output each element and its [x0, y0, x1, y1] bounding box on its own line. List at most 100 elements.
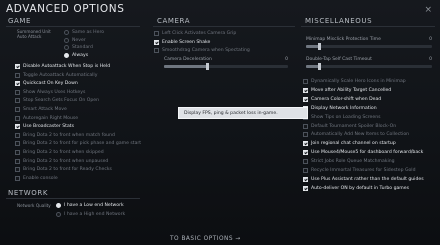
- game-option[interactable]: Show Always Uses Hotkeys: [15, 89, 85, 96]
- misc-option[interactable]: Strict Jobs Role Queue Matchmaking: [303, 158, 395, 165]
- checkbox-checked-icon[interactable]: [154, 39, 159, 45]
- game-option[interactable]: Autoregain Right Mouse: [15, 115, 78, 122]
- misc-option[interactable]: Show Tips on Loading Screens: [303, 114, 381, 121]
- summoned-option[interactable]: Same as Hero: [64, 29, 104, 36]
- checkbox-checked-icon[interactable]: [303, 150, 308, 156]
- game-section-title: GAME: [8, 17, 32, 25]
- double-tap-handle[interactable]: [317, 63, 321, 70]
- option-label: Standard: [72, 45, 93, 51]
- checkbox-icon[interactable]: [303, 132, 308, 138]
- game-option[interactable]: Disable Autoattack When Stop is Held: [15, 63, 110, 70]
- game-divider: [6, 26, 140, 27]
- checkbox-checked-icon[interactable]: [303, 141, 308, 147]
- option-label: Stop Search Gets Focus On Open: [23, 98, 100, 104]
- radio-icon[interactable]: [64, 45, 69, 51]
- summoned-option[interactable]: Standard: [64, 44, 93, 51]
- game-option[interactable]: Stop Search Gets Focus On Open: [15, 97, 99, 104]
- radio-selected-icon[interactable]: [64, 52, 69, 58]
- checkbox-icon[interactable]: [15, 175, 20, 181]
- checkbox-icon[interactable]: [303, 168, 308, 173]
- misc-option[interactable]: Recycle Immortal Treasures for Sidestep …: [303, 167, 416, 174]
- checkbox-icon[interactable]: [15, 115, 20, 121]
- checkbox-icon[interactable]: [15, 167, 20, 173]
- checkbox-icon[interactable]: [154, 48, 159, 53]
- option-label: Same as Hero: [72, 30, 105, 35]
- checkbox-icon[interactable]: [15, 150, 20, 155]
- game-option[interactable]: Use Broadcaster Stats: [15, 123, 74, 130]
- game-option[interactable]: Enable console: [15, 175, 58, 182]
- checkbox-icon[interactable]: [15, 158, 20, 164]
- checkbox-checked-icon[interactable]: [303, 185, 308, 191]
- option-label: Recycle Immortal Treasures for Sidestep …: [311, 168, 416, 173]
- game-option[interactable]: Bring Dota 2 to front when skipped: [15, 149, 104, 156]
- checkbox-icon[interactable]: [303, 79, 308, 84]
- checkbox-checked-icon[interactable]: [15, 124, 20, 130]
- misc-option[interactable]: Join regional chat channel on startup: [303, 140, 396, 147]
- misc-option[interactable]: Display Network Information: [303, 105, 377, 112]
- option-label: Display Network Information: [311, 105, 377, 111]
- checkbox-icon[interactable]: [15, 89, 20, 95]
- option-label: Disable Autoattack When Stop is Held: [23, 64, 111, 69]
- camera-deceleration-value: 0: [285, 57, 288, 62]
- game-option[interactable]: Quickcast On Key Down: [15, 80, 78, 87]
- game-option[interactable]: Bring Dota 2 to front for Ready Checks: [15, 166, 112, 173]
- option-label: Always: [72, 52, 89, 58]
- misc-option[interactable]: Dynamically Scale Hero Icons in Minimap: [303, 78, 406, 85]
- close-icon[interactable]: ×: [424, 5, 432, 15]
- camera-deceleration-label: Camera Deceleration: [164, 57, 212, 62]
- double-tap-slider[interactable]: [306, 63, 432, 70]
- misc-option[interactable]: Default Tournament Spoiler Block-On: [303, 123, 396, 130]
- camera-option[interactable]: Enable Screen Shake: [154, 39, 210, 46]
- misc-option[interactable]: Move after Ability Target Cancelled: [303, 87, 391, 94]
- summoned-option[interactable]: Never: [64, 37, 86, 44]
- misc-option[interactable]: Use Plus Assistant rather than the defau…: [303, 176, 424, 183]
- option-label: Strict Jobs Role Queue Matchmaking: [311, 159, 395, 165]
- double-tap-label: Double-Tap Self Cast Timeout: [306, 57, 372, 62]
- misc-option[interactable]: Use Mouse4/Mouse5 for dashboard forward/…: [303, 149, 423, 156]
- radio-selected-icon[interactable]: [56, 203, 61, 208]
- camera-deceleration-handle[interactable]: [206, 63, 210, 70]
- checkbox-checked-icon[interactable]: [303, 87, 308, 93]
- camera-deceleration-slider[interactable]: [164, 63, 288, 70]
- game-option[interactable]: Bring Dota 2 to front for pick phase and…: [15, 140, 141, 147]
- option-label: Toggle Autoattack Automatically: [23, 72, 98, 78]
- misc-option[interactable]: Auto-deliver ON by default in Turbo game…: [303, 185, 409, 192]
- checkbox-checked-icon[interactable]: [15, 81, 20, 87]
- checkbox-icon[interactable]: [15, 72, 20, 78]
- minimap-protection-slider[interactable]: [306, 43, 432, 50]
- checkbox-icon[interactable]: [15, 107, 20, 112]
- checkbox-icon[interactable]: [303, 123, 308, 129]
- option-label: Camera Color-shift when Dead: [311, 96, 382, 102]
- camera-deceleration-fill: [164, 65, 208, 68]
- misc-option[interactable]: Camera Color-shift when Dead: [303, 96, 381, 103]
- network-section-title: NETWORK: [8, 189, 49, 197]
- checkbox-icon[interactable]: [154, 31, 159, 36]
- misc-option[interactable]: Automatically Add New Items to Collectio…: [303, 131, 409, 138]
- option-label: Bring Dota 2 to front for Ready Checks: [23, 167, 112, 173]
- game-option[interactable]: Toggle Autoattack Automatically: [15, 72, 97, 79]
- checkbox-checked-icon[interactable]: [15, 64, 20, 69]
- option-label: Left Click Activates Camera Grip: [162, 31, 237, 36]
- game-option[interactable]: Bring Dota 2 to front when unpaused: [15, 158, 108, 165]
- to-basic-options-link[interactable]: TO BASIC OPTIONS →: [170, 236, 241, 242]
- summoned-option[interactable]: Always: [64, 52, 88, 59]
- option-label: Quickcast On Key Down: [23, 81, 78, 87]
- checkbox-checked-icon[interactable]: [303, 176, 308, 182]
- camera-option[interactable]: Smoothdrag Camera when Spectating: [154, 47, 250, 54]
- game-option[interactable]: Smart Attack Move: [15, 106, 67, 113]
- network-option[interactable]: I have a Low end Network: [56, 202, 124, 209]
- checkbox-icon[interactable]: [15, 98, 20, 104]
- network-option[interactable]: I have a High end Network: [56, 211, 125, 218]
- minimap-protection-handle[interactable]: [317, 43, 321, 50]
- checkbox-checked-icon[interactable]: [303, 96, 308, 102]
- radio-icon[interactable]: [56, 212, 61, 217]
- radio-icon[interactable]: [64, 30, 69, 35]
- camera-option[interactable]: Left Click Activates Camera Grip: [154, 30, 236, 37]
- checkbox-icon[interactable]: [15, 132, 20, 138]
- checkbox-icon[interactable]: [303, 159, 308, 165]
- minimap-protection-label: Minimap Misclick Protection Time: [306, 37, 381, 42]
- game-option[interactable]: Bring Dota 2 to front when match found: [15, 132, 115, 139]
- radio-icon[interactable]: [64, 37, 69, 43]
- checkbox-icon[interactable]: [15, 141, 20, 147]
- option-label: Autoregain Right Mouse: [23, 115, 79, 121]
